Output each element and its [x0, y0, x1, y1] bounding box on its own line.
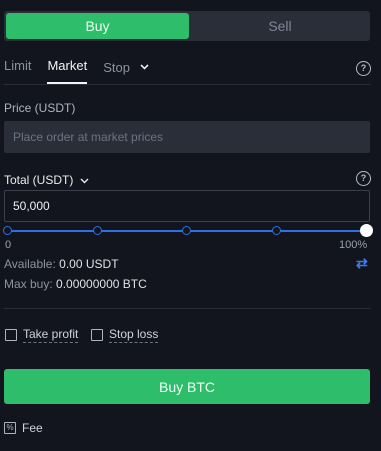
fee-link[interactable]: % Fee [4, 421, 43, 435]
chevron-down-icon [139, 58, 149, 74]
buy-tab[interactable]: Buy [6, 13, 189, 39]
order-type-tabs: Limit Market Stop [4, 58, 165, 84]
price-placeholder: Place order at market prices [13, 130, 164, 144]
sell-tab[interactable]: Sell [190, 13, 370, 39]
take-profit-option[interactable]: Take profit [5, 326, 79, 344]
stop-loss-checkbox[interactable] [91, 329, 103, 341]
transfer-icon[interactable]: ⇄ [356, 255, 368, 272]
price-input[interactable]: Place order at market prices [4, 121, 370, 153]
tab-market[interactable]: Market [47, 58, 87, 84]
fee-label: Fee [22, 421, 43, 435]
maxbuy-label: Max buy: [4, 277, 53, 291]
slider-max-label: 100% [339, 239, 368, 251]
buy-btc-button[interactable]: Buy BTC [4, 369, 370, 404]
slider-node-50[interactable] [182, 226, 191, 235]
tab-limit[interactable]: Limit [4, 58, 31, 84]
slider-node-75[interactable] [272, 226, 281, 235]
available-value: 0.00 USDT [59, 257, 119, 271]
total-label: Total (USDT) [4, 173, 74, 187]
available-row: Available: 0.00 USDT [4, 257, 119, 271]
help-icon[interactable]: ? [356, 171, 371, 186]
maxbuy-row: Max buy: 0.00000000 BTC [4, 277, 147, 291]
total-dropdown[interactable]: Total (USDT) [4, 173, 89, 187]
total-input[interactable]: 50,000 [4, 190, 370, 222]
section-divider [4, 308, 370, 309]
slider-min-label: 0 [5, 239, 12, 251]
tab-stop-label: Stop [103, 60, 130, 75]
chevron-down-icon [80, 173, 89, 187]
slider-handle[interactable] [360, 224, 373, 237]
maxbuy-value: 0.00000000 BTC [56, 277, 147, 291]
side-toggle: Buy Sell [4, 11, 370, 41]
tab-stop[interactable]: Stop [103, 58, 149, 84]
slider-node-25[interactable] [93, 226, 102, 235]
help-icon[interactable]: ? [356, 61, 371, 76]
stop-loss-option[interactable]: Stop loss [91, 326, 159, 344]
percent-icon: % [4, 422, 16, 434]
price-label: Price (USDT) [4, 101, 76, 115]
slider-node-0[interactable] [3, 226, 12, 235]
available-label: Available: [4, 257, 56, 271]
take-profit-checkbox[interactable] [5, 329, 17, 341]
total-value: 50,000 [13, 199, 50, 213]
stop-loss-label: Stop loss [109, 327, 159, 343]
take-profit-label: Take profit [23, 327, 79, 343]
tabs-divider [4, 84, 370, 85]
